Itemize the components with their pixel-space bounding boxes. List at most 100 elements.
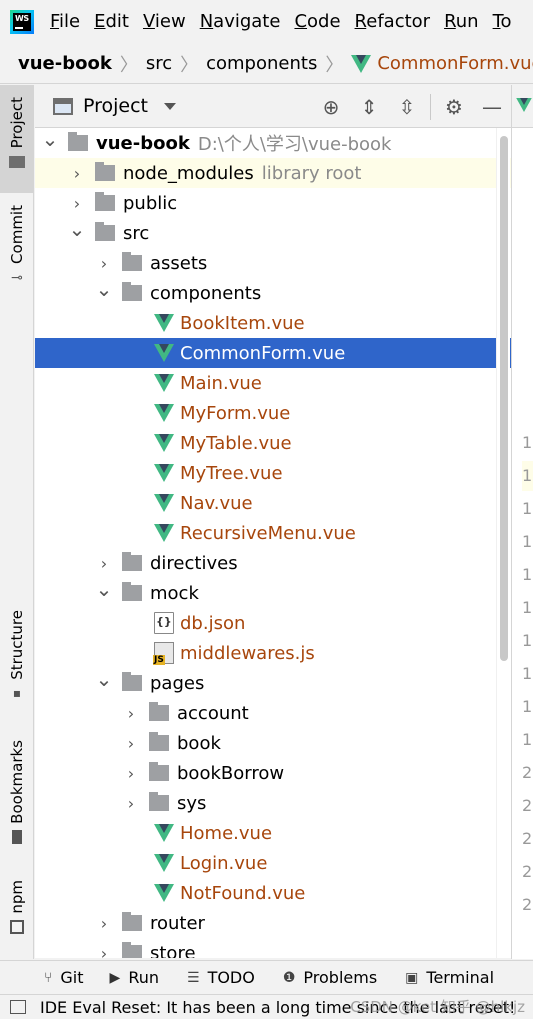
tree-folder-row[interactable]: › node_modules library root	[35, 158, 511, 188]
tool-tab-structure[interactable]: Structure ▪	[0, 610, 34, 710]
tree-item-label: RecursiveMenu.vue	[180, 522, 356, 544]
tree-file-row[interactable]: Main.vue	[35, 368, 511, 398]
tree-folder-row[interactable]: › store	[35, 938, 511, 958]
tree-folder-row[interactable]: › account	[35, 698, 511, 728]
terminal-tool-button[interactable]: ▣ Terminal	[405, 968, 494, 987]
tree-item-label: Nav.vue	[180, 492, 253, 514]
scrollbar-thumb[interactable]	[500, 136, 508, 661]
chevron-right-icon[interactable]: ›	[124, 758, 138, 788]
vue-file-icon	[154, 494, 174, 512]
chevron-right-icon[interactable]: ›	[124, 728, 138, 758]
tree-folder-row[interactable]: › book	[35, 728, 511, 758]
tree-folder-row[interactable]: › public	[35, 188, 511, 218]
tree-item-label: node_modules	[123, 162, 254, 184]
npm-icon	[10, 919, 24, 934]
tool-tab-npm[interactable]: npm	[0, 880, 34, 950]
breadcrumb-components[interactable]: components	[206, 53, 317, 74]
line-number: 2	[522, 895, 533, 914]
chevron-right-icon[interactable]: ›	[124, 788, 138, 818]
tree-item-label: middlewares.js	[180, 642, 315, 664]
menu-navigate[interactable]: Navigate	[200, 11, 281, 32]
tool-tab-bookmarks[interactable]: Bookmarks	[0, 740, 34, 852]
vue-file-icon	[516, 97, 532, 116]
structure-icon: ▪	[12, 685, 22, 700]
tree-file-row[interactable]: MyTree.vue	[35, 458, 511, 488]
problems-tool-button[interactable]: ❶ Problems	[283, 968, 377, 987]
line-number: 1	[522, 565, 533, 584]
tree-file-row[interactable]: Login.vue	[35, 848, 511, 878]
tool-tab-commit-label: Commit	[8, 205, 26, 264]
tree-folder-row[interactable]: › router	[35, 908, 511, 938]
tree-item-label: bookBorrow	[177, 762, 285, 784]
tree-file-row[interactable]: NotFound.vue	[35, 878, 511, 908]
tree-item-label: sys	[177, 792, 207, 814]
tree-folder-row[interactable]: ⌄ mock	[35, 577, 511, 608]
breadcrumb-project[interactable]: vue-book	[18, 53, 112, 74]
tree-folder-row[interactable]: › bookBorrow	[35, 758, 511, 788]
menu-refactor[interactable]: Refactor	[355, 11, 431, 32]
editor-tab[interactable]	[512, 85, 533, 128]
menu-run[interactable]: Run	[444, 11, 479, 32]
chevron-right-icon[interactable]: ›	[97, 908, 111, 938]
breadcrumb-file[interactable]: CommonForm.vue	[377, 53, 533, 74]
tree-folder-row[interactable]: ⌄ src	[35, 217, 511, 248]
status-window-icon[interactable]	[10, 1000, 26, 1014]
tree-file-row[interactable]: Nav.vue	[35, 488, 511, 518]
line-number: 1	[522, 433, 533, 452]
gear-icon[interactable]: ⚙	[435, 85, 473, 128]
chevron-down-icon[interactable]: ⌄	[96, 574, 113, 604]
vue-file-icon	[154, 404, 174, 422]
breadcrumb-src[interactable]: src	[146, 53, 172, 74]
chevron-right-icon[interactable]: ›	[70, 158, 84, 188]
tree-file-row[interactable]: {} db.json	[35, 608, 511, 638]
minimize-icon[interactable]: —	[473, 85, 511, 128]
expand-all-icon[interactable]: ⇕	[350, 85, 388, 128]
tree-item-label: pages	[150, 672, 205, 694]
tree-folder-row[interactable]: ⌄ components	[35, 277, 511, 308]
menu-to[interactable]: To	[493, 11, 512, 32]
tree-item-label: BookItem.vue	[180, 312, 305, 334]
tree-item-label: directives	[150, 552, 238, 574]
menu-file[interactable]: File	[50, 11, 80, 32]
chevron-down-icon[interactable]: ⌄	[69, 214, 86, 244]
tree-file-row[interactable]: MyForm.vue	[35, 398, 511, 428]
menu-code[interactable]: Code	[294, 11, 340, 32]
panel-title[interactable]: Project	[83, 95, 148, 117]
bookmark-icon	[12, 829, 22, 844]
line-number: 1	[522, 697, 533, 716]
tree-file-row[interactable]: BookItem.vue	[35, 308, 511, 338]
collapse-all-icon[interactable]: ⇳	[388, 85, 426, 128]
chevron-right-icon[interactable]: ›	[97, 938, 111, 959]
todo-tool-button[interactable]: ☰ TODO	[187, 968, 255, 987]
line-number: 1	[522, 461, 533, 491]
tree-folder-row[interactable]: ⌄ vue-book D:\个人\学习\vue-book	[35, 128, 511, 158]
folder-icon	[122, 582, 142, 601]
chevron-down-icon[interactable]: ⌄	[96, 664, 113, 694]
tree-item-label: book	[177, 732, 221, 754]
chevron-down-icon[interactable]	[164, 102, 177, 110]
tool-tab-project[interactable]: Project	[0, 85, 34, 193]
folder-icon	[122, 252, 142, 271]
chevron-down-icon[interactable]: ⌄	[42, 128, 59, 154]
tree-scrollbar[interactable]	[496, 128, 510, 958]
chevron-right-icon[interactable]: ›	[124, 698, 138, 728]
locate-file-icon[interactable]: ⊕	[312, 85, 350, 128]
js-file-icon: JS	[153, 642, 174, 665]
folder-icon	[122, 942, 142, 958]
chevron-down-icon[interactable]: ⌄	[96, 274, 113, 304]
run-tool-button[interactable]: ▶ Run	[110, 968, 159, 987]
tree-folder-row[interactable]: ⌄ pages	[35, 667, 511, 698]
folder-icon	[149, 792, 169, 811]
tool-tab-commit[interactable]: Commit ⊸	[0, 205, 34, 305]
menu-bar: WS File Edit View Navigate Code Refactor Run To	[0, 0, 533, 43]
tree-file-row[interactable]: MyTable.vue	[35, 428, 511, 458]
tree-file-row[interactable]: Home.vue	[35, 818, 511, 848]
menu-edit[interactable]: Edit	[94, 11, 129, 32]
breadcrumb-separator-icon: 〉	[119, 54, 138, 76]
tree-folder-row[interactable]: › sys	[35, 788, 511, 818]
tree-file-row[interactable]: CommonForm.vue	[35, 338, 511, 368]
tree-item-label: Main.vue	[180, 372, 262, 394]
tree-file-row[interactable]: RecursiveMenu.vue	[35, 518, 511, 548]
git-tool-button[interactable]: ⑂ Git	[44, 968, 84, 987]
menu-view[interactable]: View	[143, 11, 186, 32]
